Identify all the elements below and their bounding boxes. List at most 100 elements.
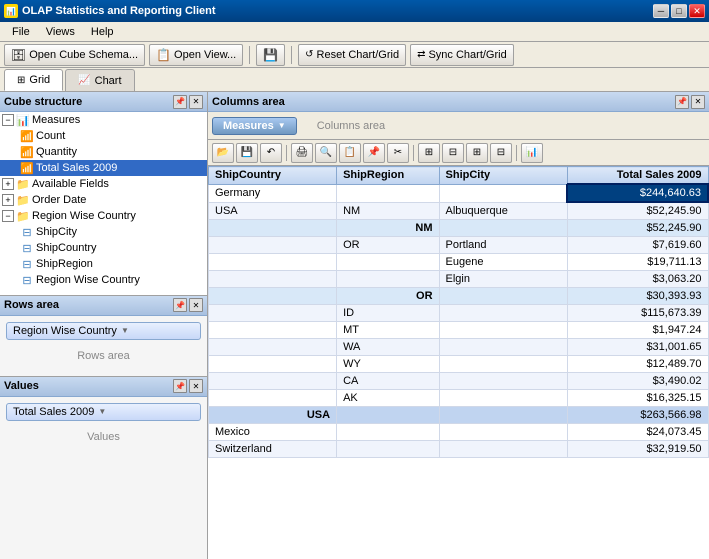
cell-region — [337, 407, 439, 424]
grid-preview-button[interactable]: 🔍 — [315, 143, 337, 163]
table-row[interactable]: Elgin$3,063.20 — [209, 271, 709, 288]
values-area-controls: 📌 ✕ — [173, 379, 203, 393]
reset-chart-grid-button[interactable]: ↺ Reset Chart/Grid — [298, 44, 406, 66]
menu-file[interactable]: File — [4, 24, 38, 40]
grid-copy-button[interactable]: 📋 — [339, 143, 361, 163]
values-pin-button[interactable]: 📌 — [173, 379, 187, 393]
tree-count-label: Count — [36, 130, 65, 142]
cell-region: WY — [337, 356, 439, 373]
tree-count[interactable]: 📶 Count — [0, 128, 207, 144]
cell-country — [209, 390, 337, 407]
cube-structure-tree[interactable]: − 📊 Measures 📶 Count 📶 Quantity 📶 Total … — [0, 112, 207, 296]
data-grid[interactable]: ShipCountry ShipRegion ShipCity Total Sa… — [208, 166, 709, 559]
table-row[interactable]: AK$16,325.15 — [209, 390, 709, 407]
rows-close-button[interactable]: ✕ — [189, 298, 203, 312]
available-fields-icon: 📁 — [16, 177, 30, 191]
grid-collapse-all-button[interactable]: ⊟ — [490, 143, 512, 163]
header-ship-country[interactable]: ShipCountry — [209, 167, 337, 185]
table-row[interactable]: OR$30,393.93 — [209, 288, 709, 305]
close-panel-button[interactable]: ✕ — [189, 95, 203, 109]
grid-cut-button[interactable]: ✂ — [387, 143, 409, 163]
grid-expand-all-button[interactable]: ⊞ — [466, 143, 488, 163]
table-row[interactable]: ID$115,673.39 — [209, 305, 709, 322]
expand-order-date[interactable]: + — [2, 194, 14, 206]
tab-grid[interactable]: ⊞ Grid — [4, 69, 63, 91]
save-button[interactable]: 💾 — [256, 44, 285, 66]
table-row[interactable]: WA$31,001.65 — [209, 339, 709, 356]
tree-quantity[interactable]: 📶 Quantity — [0, 144, 207, 160]
grid-paste-button[interactable]: 📌 — [363, 143, 385, 163]
columns-area-controls: 📌 ✕ — [675, 95, 705, 109]
col-close-button[interactable]: ✕ — [691, 95, 705, 109]
table-row[interactable]: USA$263,566.98 — [209, 407, 709, 424]
tab-chart[interactable]: 📈 Chart — [65, 69, 134, 91]
open-view-button[interactable]: 📋 Open View... — [149, 44, 243, 66]
table-row[interactable]: Mexico$24,073.45 — [209, 424, 709, 441]
header-total-sales[interactable]: Total Sales 2009 — [567, 167, 708, 185]
cell-city: Eugene — [439, 254, 567, 271]
table-row[interactable]: NM$52,245.90 — [209, 220, 709, 237]
grid-open-button[interactable]: 📂 — [212, 143, 234, 163]
grid-expand-button[interactable]: ⊞ — [418, 143, 440, 163]
col-pin-button[interactable]: 📌 — [675, 95, 689, 109]
rows-chip-dropdown[interactable]: ▼ — [121, 326, 129, 335]
cell-region: CA — [337, 373, 439, 390]
tree-total-sales-label: Total Sales 2009 — [36, 162, 117, 174]
tree-ship-region-label: ShipRegion — [36, 258, 93, 270]
reset-icon: ↺ — [305, 49, 313, 60]
grid-collapse-button[interactable]: ⊟ — [442, 143, 464, 163]
grid-save-button[interactable]: 💾 — [236, 143, 258, 163]
table-row[interactable]: Germany$244,640.63 — [209, 184, 709, 202]
cell-region: WA — [337, 339, 439, 356]
table-row[interactable]: CA$3,490.02 — [209, 373, 709, 390]
header-ship-region[interactable]: ShipRegion — [337, 167, 439, 185]
rows-chip-label: Region Wise Country — [13, 325, 117, 337]
cell-value: $12,489.70 — [567, 356, 708, 373]
table-row[interactable]: MT$1,947.24 — [209, 322, 709, 339]
cell-value: $24,073.45 — [567, 424, 708, 441]
measures-tab-dropdown[interactable]: ▼ — [278, 121, 286, 130]
cell-country — [209, 305, 337, 322]
tree-total-sales[interactable]: 📶 Total Sales 2009 — [0, 160, 207, 176]
expand-region-wise[interactable]: − — [2, 210, 14, 222]
table-row[interactable]: Eugene$19,711.13 — [209, 254, 709, 271]
cell-country: USA — [209, 202, 337, 220]
measures-tab[interactable]: Measures ▼ — [212, 117, 297, 135]
cube-structure-title: Cube structure — [4, 96, 82, 108]
left-panel: Cube structure 📌 ✕ − 📊 Measures 📶 Count … — [0, 92, 208, 559]
menu-views[interactable]: Views — [38, 24, 83, 40]
rows-pin-button[interactable]: 📌 — [173, 298, 187, 312]
close-button[interactable]: ✕ — [689, 4, 705, 18]
minimize-button[interactable]: ─ — [653, 4, 669, 18]
tree-measures[interactable]: − 📊 Measures — [0, 112, 207, 128]
maximize-button[interactable]: □ — [671, 4, 687, 18]
values-close-button[interactable]: ✕ — [189, 379, 203, 393]
tree-region-wise-country-child[interactable]: ⊟ Region Wise Country — [0, 272, 207, 288]
tree-available-fields[interactable]: + 📁 Available Fields — [0, 176, 207, 192]
region-wise-country-child-icon: ⊟ — [20, 273, 34, 287]
expand-available-fields[interactable]: + — [2, 178, 14, 190]
values-chip-dropdown[interactable]: ▼ — [98, 407, 106, 416]
table-row[interactable]: USANMAlbuquerque$52,245.90 — [209, 202, 709, 220]
table-row[interactable]: Switzerland$32,919.50 — [209, 441, 709, 458]
values-chip[interactable]: Total Sales 2009 ▼ — [6, 403, 201, 421]
open-cube-schema-button[interactable]: 🗄 Open Cube Schema... — [4, 44, 145, 66]
tree-region-wise-country[interactable]: − 📁 Region Wise Country — [0, 208, 207, 224]
menu-help[interactable]: Help — [83, 24, 122, 40]
cell-city — [439, 184, 567, 202]
header-ship-city[interactable]: ShipCity — [439, 167, 567, 185]
order-date-icon: 📁 — [16, 193, 30, 207]
tree-ship-city[interactable]: ⊟ ShipCity — [0, 224, 207, 240]
table-row[interactable]: ORPortland$7,619.60 — [209, 237, 709, 254]
grid-print-button[interactable]: 🖨 — [291, 143, 313, 163]
tree-ship-region[interactable]: ⊟ ShipRegion — [0, 256, 207, 272]
table-row[interactable]: WY $12,489.70 — [209, 356, 709, 373]
expand-measures[interactable]: − — [2, 114, 14, 126]
pin-button[interactable]: 📌 — [173, 95, 187, 109]
tree-order-date[interactable]: + 📁 Order Date — [0, 192, 207, 208]
rows-chip[interactable]: Region Wise Country ▼ — [6, 322, 201, 340]
sync-chart-grid-button[interactable]: ⇄ Sync Chart/Grid — [410, 44, 514, 66]
tree-ship-country[interactable]: ⊟ ShipCountry — [0, 240, 207, 256]
grid-chart-button[interactable]: 📊 — [521, 143, 543, 163]
grid-undo-button[interactable]: ↶ — [260, 143, 282, 163]
